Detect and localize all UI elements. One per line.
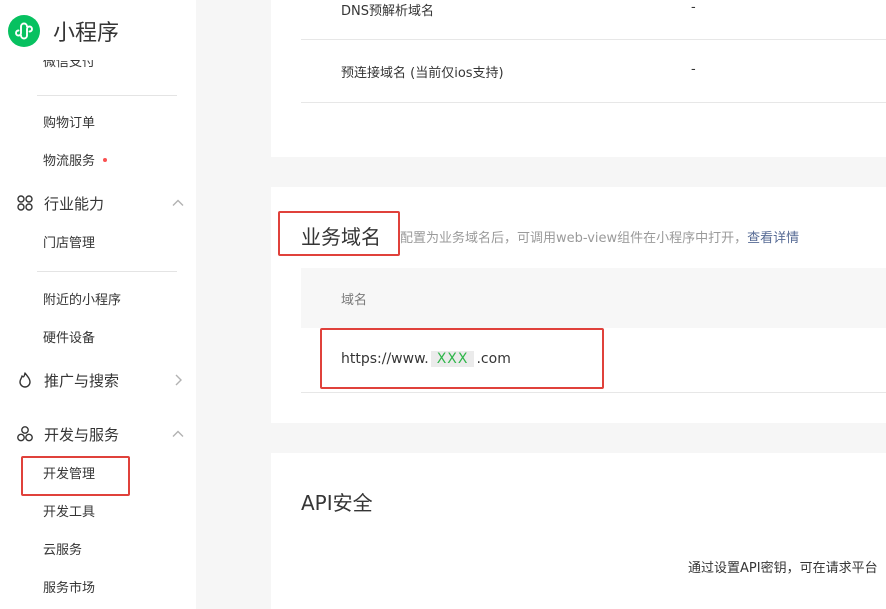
app-logo[interactable]: 小程序 [8,13,119,49]
sidebar-divider [37,95,177,96]
sidebar-group-label: 推广与搜索 [44,371,120,390]
highlight-box [278,211,400,256]
chevron-up-icon[interactable] [170,195,186,211]
highlight-box [320,328,604,389]
sidebar-item-shopping-orders[interactable]: 购物订单 [43,115,95,133]
column-header-domain: 域名 [341,293,368,308]
sidebar-item-nearby-mini-programs[interactable]: 附近的小程序 [43,292,121,310]
sidebar-divider [37,271,177,272]
sidebar-item-dev-tools[interactable]: 开发工具 [43,504,95,522]
view-details-link[interactable]: 查看详情 [747,231,799,246]
domain-row-label: 预连接域名 (当前仅ios支持) [341,66,504,81]
dev-service-icon [16,425,34,443]
highlight-box [21,456,130,496]
row-divider [301,392,886,393]
app-title: 小程序 [53,21,120,46]
promotion-icon [16,371,34,389]
sidebar-group-promotion[interactable]: 推广与搜索 [16,369,186,391]
sidebar-group-dev-services[interactable]: 开发与服务 [16,423,186,445]
sidebar-group-industry[interactable]: 行业能力 [16,192,186,214]
sidebar-item-label: 物流服务 [43,154,96,169]
chevron-right-icon[interactable] [170,372,186,388]
industry-icon [16,194,34,212]
row-divider [301,102,886,103]
sidebar-item-store-management[interactable]: 门店管理 [43,235,95,253]
sidebar-item-hardware[interactable]: 硬件设备 [43,330,95,348]
sidebar-item-wechat-pay[interactable]: 微信支付 [43,60,95,72]
sidebar-item-service-market[interactable]: 服务市场 [43,580,95,598]
server-domain-card: DNS预解析域名 - 预连接域名 (当前仅ios支持) - [271,0,886,157]
notification-dot [103,157,108,162]
api-security-card: API安全 通过设置API密钥，可在请求平台 [271,453,886,609]
domain-row-label: DNS预解析域名 [341,4,434,19]
sidebar: 小程序 微信支付 购物订单 物流服务 行业能力 门店管理 附近的小程序 硬件设备 [0,0,196,609]
mini-program-logo-icon [8,15,40,47]
chevron-up-icon[interactable] [170,426,186,442]
domain-row-value: - [691,0,696,15]
sidebar-item-logistics[interactable]: 物流服务 [43,153,108,171]
sidebar-item-cloud-service[interactable]: 云服务 [43,542,82,560]
table-header: 域名 [301,268,886,328]
section-description: 通过设置API密钥，可在请求平台 [688,561,878,576]
sidebar-group-label: 行业能力 [44,194,105,213]
section-title: API安全 [301,491,373,515]
section-description: 配置为业务域名后，可调用web-view组件在小程序中打开，查看详情 [400,231,800,246]
row-divider [301,39,886,40]
domain-row-value: - [691,62,696,77]
sidebar-group-label: 开发与服务 [44,425,120,444]
